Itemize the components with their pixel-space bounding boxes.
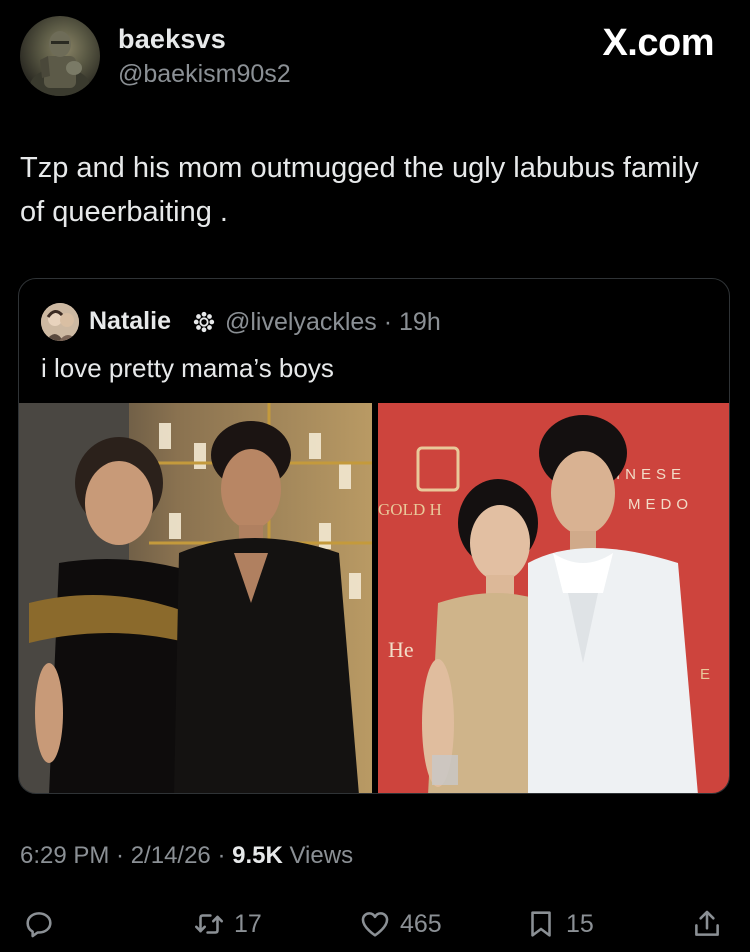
quote-tweet-card[interactable]: Natalie @livelyackles · 19h i love prett…: [18, 278, 730, 794]
photo-left[interactable]: [19, 403, 372, 793]
knight-avatar-icon: [30, 31, 90, 96]
reply-button[interactable]: [22, 900, 64, 948]
views-count: 9.5K: [232, 842, 283, 869]
photo-right-image: GOLD H INESE MEDO He E: [378, 403, 729, 793]
heart-icon: [361, 912, 389, 937]
tweet-text: Tzp and his mom outmugged the ugly labub…: [20, 152, 699, 228]
retweet-button[interactable]: 17: [192, 900, 262, 948]
quote-display-name[interactable]: Natalie: [89, 307, 171, 336]
quote-handle-time[interactable]: @livelyackles · 19h: [225, 308, 441, 337]
retweet-count: 17: [234, 909, 262, 938]
share-icon: [695, 910, 719, 936]
backdrop-text-gold: GOLD H: [378, 500, 442, 519]
like-button[interactable]: 465: [358, 900, 442, 948]
share-button[interactable]: [690, 900, 732, 948]
bookmark-button[interactable]: 15: [524, 900, 594, 948]
tweet-timestamp[interactable]: 6:29 PM · 2/14/26 ·: [20, 842, 232, 869]
action-bar: 17 465 15: [0, 900, 750, 948]
backdrop-text-medo: MEDO: [628, 496, 693, 513]
photo-left-image: [19, 403, 372, 793]
author-avatar[interactable]: [20, 16, 100, 96]
bookmark-count: 15: [566, 909, 594, 938]
author-handle[interactable]: @baekism90s2: [118, 60, 291, 89]
backdrop-text-inese: INESE: [616, 466, 686, 483]
like-count: 465: [400, 909, 442, 938]
verified-badge-icon: [193, 311, 215, 333]
reply-icon: [26, 912, 52, 938]
retweet-icon: [194, 914, 224, 934]
bookmark-icon: [531, 911, 551, 937]
views-label: Views: [282, 842, 354, 869]
site-logo: X.com: [602, 22, 714, 64]
backdrop-text-e: E: [700, 666, 710, 683]
photo-right[interactable]: GOLD H INESE MEDO He E: [378, 403, 729, 793]
author-display-name[interactable]: baeksvs: [118, 24, 226, 55]
backdrop-text-he: He: [388, 637, 414, 662]
quote-text: i love pretty mama’s boys: [41, 353, 334, 383]
tweet-meta: 6:29 PM · 2/14/26 · 9.5K Views: [20, 842, 353, 870]
quote-author-avatar[interactable]: [41, 303, 79, 341]
